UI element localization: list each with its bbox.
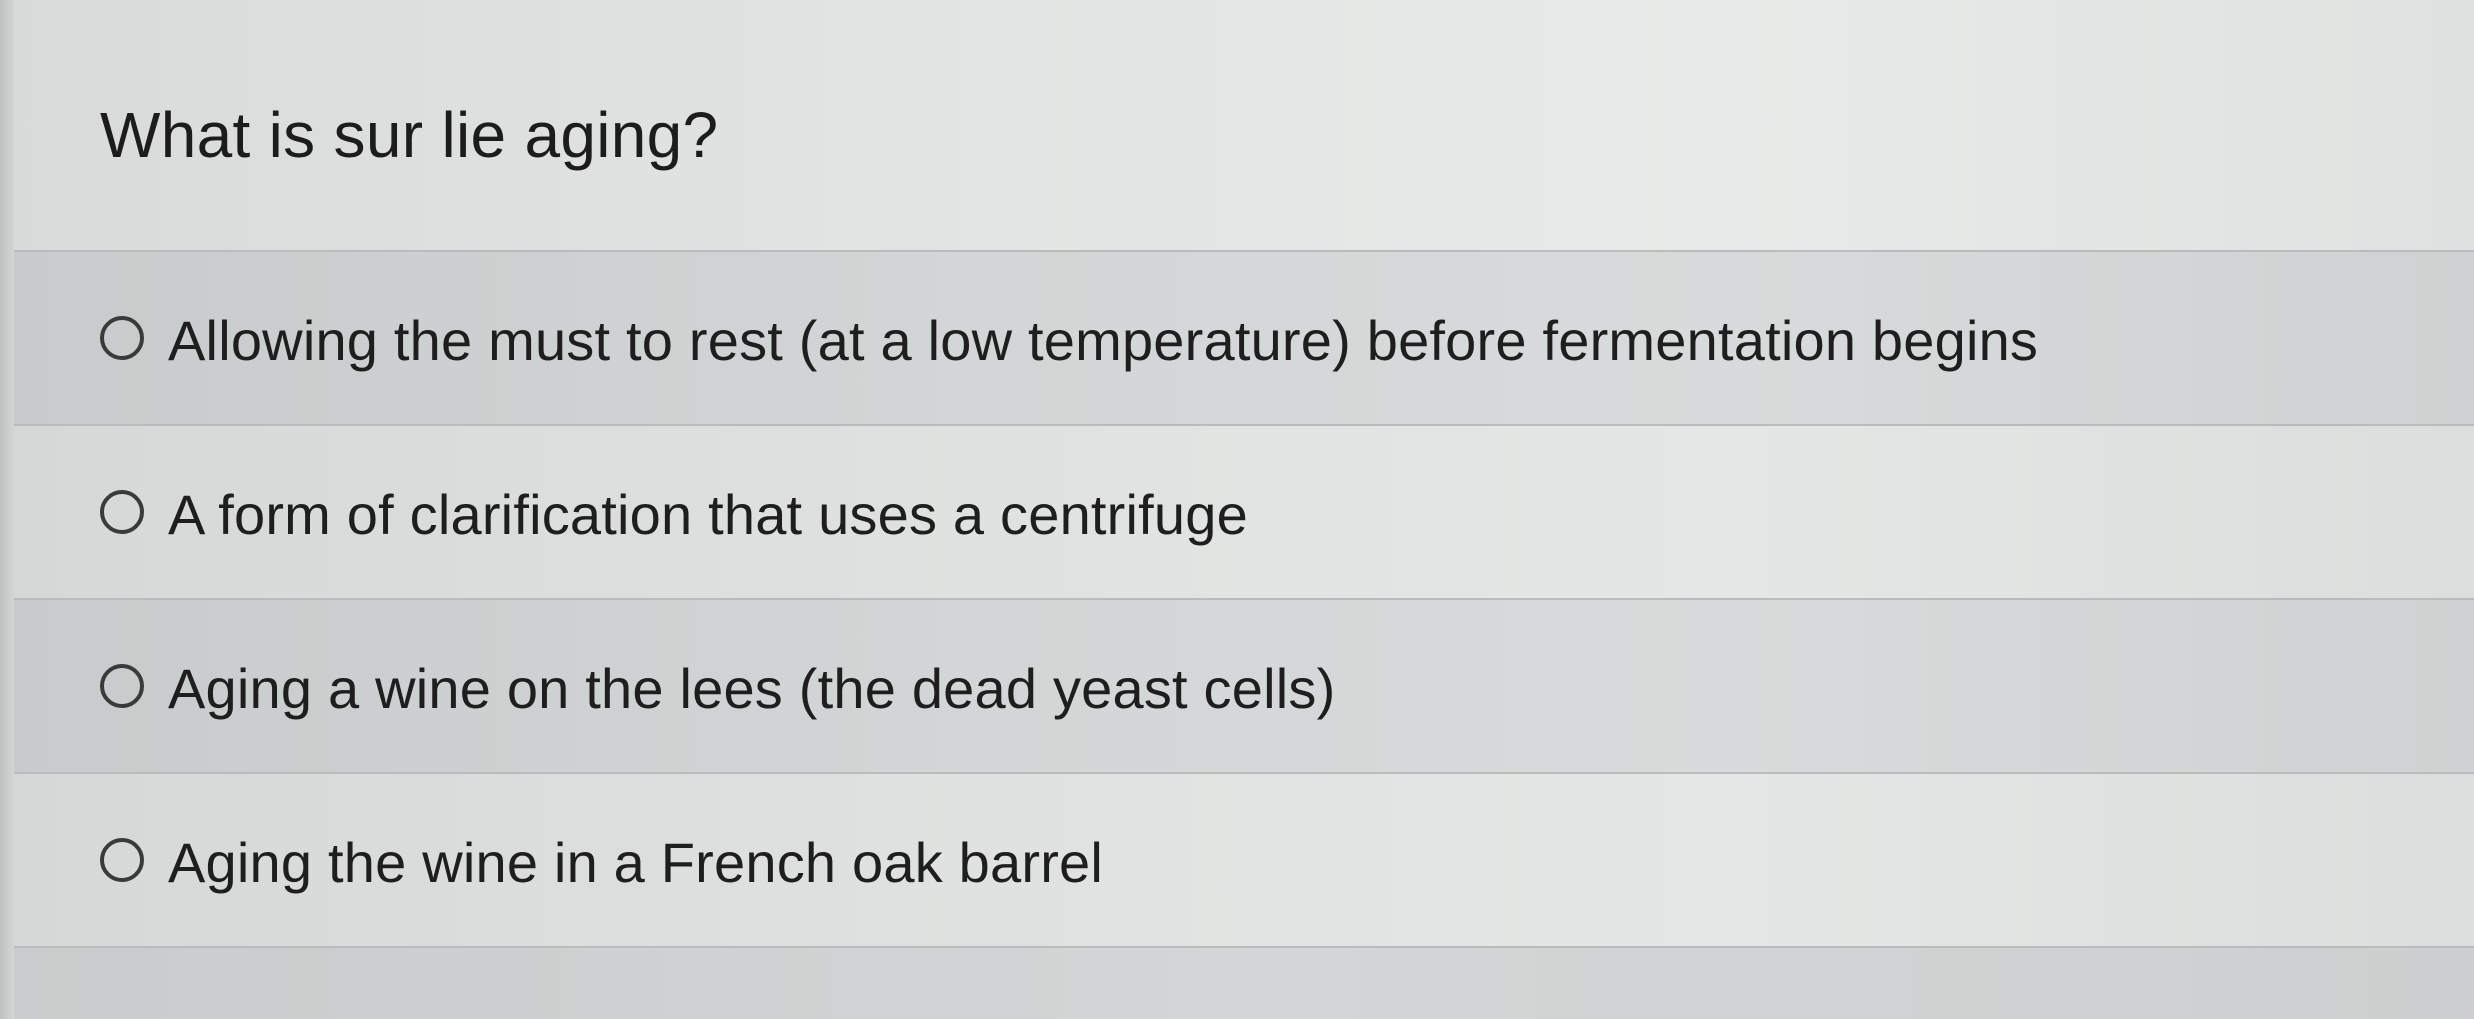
answer-option-2[interactable]: A form of clarification that uses a cent… [0,426,2474,598]
answer-option-label[interactable]: Aging a wine on the lees (the dead yeast… [168,656,1335,721]
left-border [0,0,14,1019]
question-text: What is sur lie aging? [100,99,719,171]
next-section-strip [0,948,2474,1019]
radio-button-icon[interactable] [100,664,144,708]
quiz-page: What is sur lie aging? Allowing the must… [0,0,2474,1019]
answer-option-label[interactable]: Allowing the must to rest (at a low temp… [168,308,2038,373]
answer-option-4[interactable]: Aging the wine in a French oak barrel [0,774,2474,946]
answer-option-1[interactable]: Allowing the must to rest (at a low temp… [0,252,2474,424]
answer-option-label[interactable]: A form of clarification that uses a cent… [168,482,1248,547]
answer-option-label[interactable]: Aging the wine in a French oak barrel [168,830,1103,895]
question-panel: What is sur lie aging? [0,0,2474,250]
radio-button-icon[interactable] [100,316,144,360]
radio-button-icon[interactable] [100,490,144,534]
answer-option-3[interactable]: Aging a wine on the lees (the dead yeast… [0,600,2474,772]
radio-button-icon[interactable] [100,838,144,882]
